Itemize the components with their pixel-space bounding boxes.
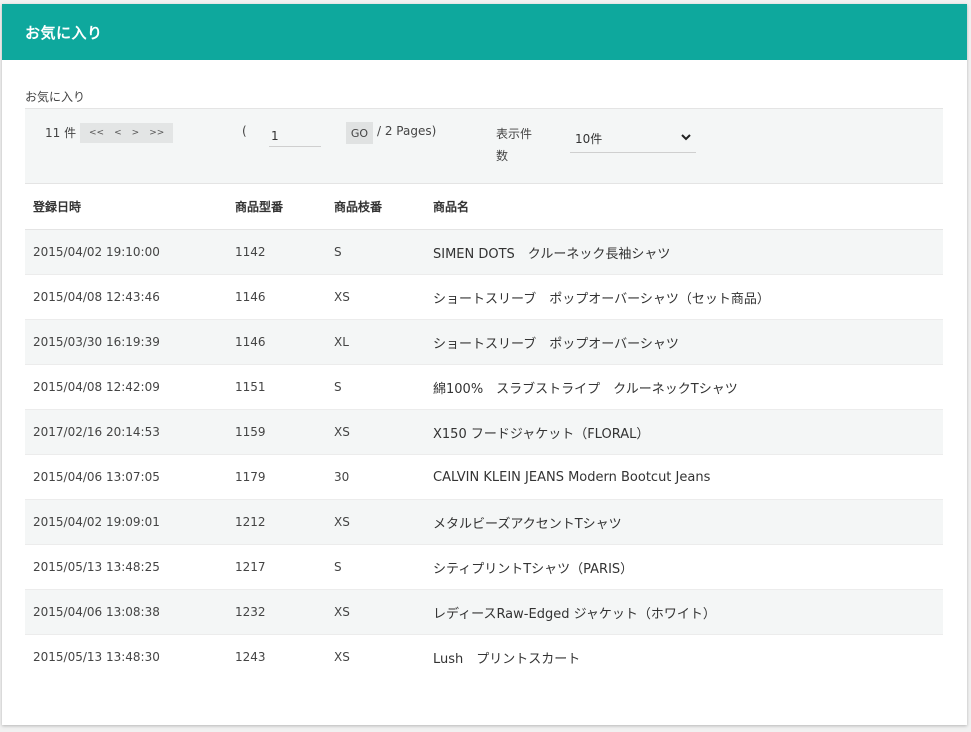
cell-date: 2015/04/08 12:42:09 — [25, 364, 227, 410]
cell-branch: XS — [334, 650, 350, 664]
cell-model: 1159 — [227, 409, 326, 455]
cell-product-name: X150 フードジャケット（FLORAL） — [425, 409, 943, 455]
cell-product-name: シティプリントTシャツ（PARIS） — [425, 544, 943, 590]
cell-model: 1243 — [235, 650, 266, 664]
panel-title: お気に入り — [25, 23, 103, 42]
cell-branch: S — [326, 229, 425, 275]
cell-branch: 30 — [326, 454, 425, 500]
cell-branch: XS — [326, 499, 425, 545]
table-row[interactable]: 2015/04/02 19:10:00 1142 S SIMEN DOTS クル… — [25, 229, 943, 275]
go-button[interactable]: GO — [346, 122, 373, 144]
cell-product-name: 綿100% スラブストライプ クルーネックTシャツ — [425, 364, 943, 410]
cell-branch: XS — [326, 409, 425, 455]
table-header-row: 登録日時 商品型番 商品枝番 商品名 — [25, 183, 943, 230]
chevron-down-icon — [681, 134, 691, 141]
cell-model: 1146 — [227, 319, 326, 365]
cell-date: 2015/03/30 16:19:39 — [25, 319, 227, 365]
cell-product-name: Lush プリントスカート — [433, 651, 581, 667]
cell-model: 1151 — [227, 364, 326, 410]
first-page-button[interactable]: << — [84, 128, 109, 138]
item-count: 11 件 — [45, 126, 77, 140]
prev-page-button[interactable]: < — [109, 128, 127, 138]
column-header-model: 商品型番 — [227, 183, 326, 230]
column-header-product-name: 商品名 — [425, 183, 943, 230]
cell-date: 2015/04/08 12:43:46 — [25, 274, 227, 320]
cell-product-name: レディースRaw-Edged ジャケット（ホワイト） — [425, 589, 943, 635]
cell-branch: S — [326, 544, 425, 590]
cell-product-name: ショートスリーブ ポップオーバーシャツ（セット商品） — [425, 274, 943, 320]
cell-product-name: SIMEN DOTS クルーネック長袖シャツ — [425, 229, 943, 275]
display-count-value: 10件 — [575, 132, 603, 146]
cell-branch: XL — [326, 319, 425, 365]
column-header-date: 登録日時 — [25, 183, 227, 230]
table-row[interactable]: 2015/04/02 19:09:01 1212 XS メタルビーズアクセントT… — [25, 499, 943, 545]
cell-date: 2015/04/06 13:07:05 — [25, 454, 227, 500]
table-row[interactable]: 2015/03/30 16:19:39 1146 XL ショートスリーブ ポップ… — [25, 319, 943, 365]
cell-date: 2015/04/02 19:09:01 — [25, 499, 227, 545]
cell-model: 1179 — [227, 454, 326, 500]
panel-header: お気に入り — [2, 4, 967, 60]
cell-product-name: ショートスリーブ ポップオーバーシャツ — [425, 319, 943, 365]
cell-model: 1142 — [227, 229, 326, 275]
cell-model: 1146 — [227, 274, 326, 320]
table-row[interactable]: 2015/04/08 12:43:46 1146 XS ショートスリーブ ポップ… — [25, 274, 943, 320]
last-page-button[interactable]: >> — [144, 128, 169, 138]
table-row[interactable]: 2017/02/16 20:14:53 1159 XS X150 フードジャケッ… — [25, 409, 943, 455]
page-paren: ( — [242, 124, 247, 138]
cell-date: 2017/02/16 20:14:53 — [25, 409, 227, 455]
table-row[interactable]: 2015/05/13 13:48:25 1217 S シティプリントTシャツ（P… — [25, 544, 943, 590]
cell-model: 1217 — [227, 544, 326, 590]
cell-model: 1232 — [227, 589, 326, 635]
table-row[interactable]: 2015/05/13 13:48:30 1243 XS Lush プリントスカー… — [25, 634, 943, 679]
section-label: お気に入り — [25, 90, 86, 104]
next-page-button[interactable]: > — [127, 128, 145, 138]
cell-date: 2015/04/06 13:08:38 — [25, 589, 227, 635]
total-pages: / 2 Pages) — [377, 124, 437, 138]
display-count-label: 表示件数 — [496, 127, 533, 163]
cell-date: 2015/05/13 13:48:25 — [25, 544, 227, 590]
cell-branch: XS — [326, 589, 425, 635]
table-row[interactable]: 2015/04/06 13:07:05 1179 30 CALVIN KLEIN… — [25, 454, 943, 500]
pagination-bar: 11 件 << < > >> ( GO / 2 Pages) 表示件数 10件 — [25, 108, 943, 184]
page-number-input[interactable] — [269, 121, 321, 147]
favorites-table: 登録日時 商品型番 商品枝番 商品名 2015/04/02 19:10:00 1… — [25, 183, 943, 679]
cell-model: 1212 — [227, 499, 326, 545]
cell-branch: S — [326, 364, 425, 410]
cell-product-name: CALVIN KLEIN JEANS Modern Bootcut Jeans — [425, 454, 943, 500]
cell-branch: XS — [326, 274, 425, 320]
cell-date: 2015/04/02 19:10:00 — [25, 229, 227, 275]
favorites-table-wrap: 登録日時 商品型番 商品枝番 商品名 2015/04/02 19:10:00 1… — [25, 183, 943, 679]
cell-date: 2015/05/13 13:48:30 — [33, 650, 160, 664]
page-nav-buttons: << < > >> — [80, 123, 174, 143]
favorites-panel: お気に入り お気に入り 11 件 << < > >> ( GO / 2 Page… — [2, 4, 967, 725]
display-count-select[interactable]: 10件 — [570, 122, 696, 153]
table-row[interactable]: 2015/04/08 12:42:09 1151 S 綿100% スラブストライ… — [25, 364, 943, 410]
table-row[interactable]: 2015/04/06 13:08:38 1232 XS レディースRaw-Edg… — [25, 589, 943, 635]
column-header-branch: 商品枝番 — [326, 183, 425, 230]
cell-product-name: メタルビーズアクセントTシャツ — [425, 499, 943, 545]
